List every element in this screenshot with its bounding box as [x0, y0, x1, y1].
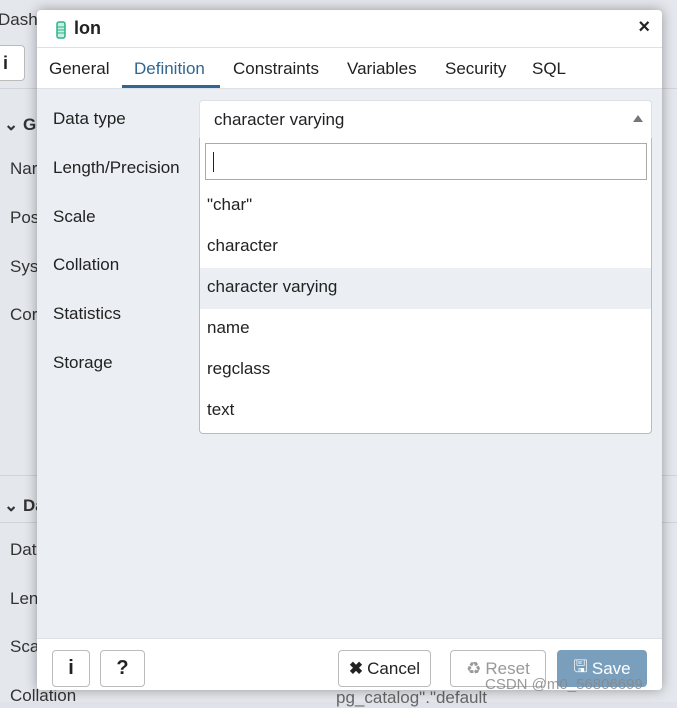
option-char[interactable]: "char" [200, 186, 651, 227]
data-type-select[interactable]: character varying [199, 100, 652, 139]
info-button[interactable]: i [52, 650, 90, 687]
option-text[interactable]: text [200, 391, 651, 432]
bg-text: Nar [10, 159, 38, 178]
text-cursor [213, 152, 214, 172]
tab-security[interactable]: Security [445, 59, 506, 79]
tab-variables[interactable]: Variables [347, 59, 417, 79]
data-type-dropdown: "char" character character varying name … [199, 138, 652, 434]
info-icon: i [68, 657, 74, 679]
label-statistics: Statistics [53, 304, 122, 323]
close-x-icon: ✖ [348, 658, 364, 678]
bg-text: Dat [10, 540, 37, 559]
bg-text: Cor [10, 305, 38, 324]
bg-info-button: i [0, 45, 25, 81]
help-icon: ? [116, 657, 129, 679]
column-icon [56, 21, 66, 39]
data-type-value: character varying [214, 110, 345, 129]
tab-bar: General Definition Constraints Variables… [37, 49, 662, 89]
dropdown-search-input[interactable] [205, 143, 647, 180]
label-data-type: Data type [53, 109, 126, 128]
option-name[interactable]: name [200, 309, 651, 350]
tab-general[interactable]: General [49, 59, 109, 79]
active-tab-indicator [122, 85, 220, 88]
watermark: CSDN @m0_56806699 [485, 676, 643, 693]
label-length-precision: Length/Precision [53, 158, 180, 177]
caret-up-icon [633, 115, 643, 122]
column-dialog: lon × General Definition Constraints Var… [37, 10, 662, 690]
label-collation: Collation [53, 255, 120, 274]
bg-text: pg_catalog"."default [336, 688, 488, 707]
label-scale: Scale [53, 207, 96, 226]
bg-text: Pos [10, 208, 40, 227]
recycle-icon: ♻ [466, 658, 482, 678]
bg-text: Len [10, 589, 39, 608]
cancel-button[interactable]: ✖ Cancel [338, 650, 431, 687]
tab-definition[interactable]: Definition [134, 59, 205, 79]
tab-sql[interactable]: SQL [532, 59, 566, 79]
help-button[interactable]: ? [100, 650, 145, 687]
dialog-title: lon [74, 18, 101, 38]
close-icon[interactable]: × [638, 16, 650, 39]
option-character[interactable]: character [200, 227, 651, 268]
label-storage: Storage [53, 353, 113, 372]
bg-text: Sys [10, 257, 39, 276]
bg-text: Sca [10, 637, 40, 656]
cancel-label: Cancel [367, 658, 421, 678]
tab-constraints[interactable]: Constraints [233, 59, 319, 79]
dialog-header: lon × [37, 10, 662, 48]
option-character-varying[interactable]: character varying [200, 268, 651, 309]
option-regclass[interactable]: regclass [200, 350, 651, 391]
